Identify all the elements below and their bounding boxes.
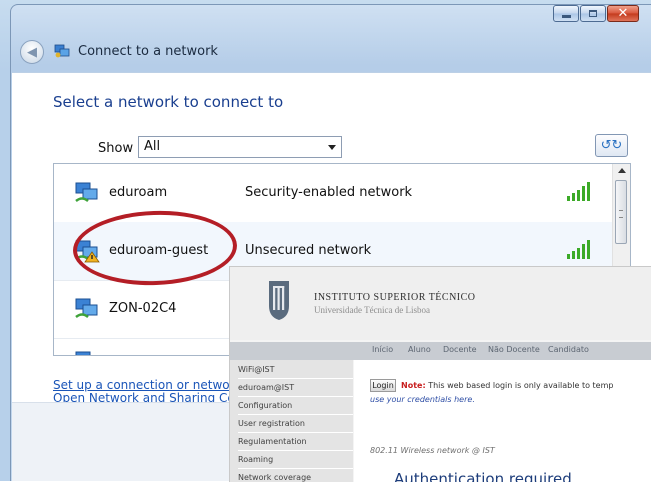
sidebar-item-wifi[interactable]: WiFi@IST [238,362,353,379]
ist-header: INSTITUTO SUPERIOR TÉCNICO Universidade … [230,267,651,340]
nav-aluno[interactable]: Aluno [408,345,431,354]
chevron-down-icon [328,145,336,150]
refresh-icon: ↺↻ [600,138,623,153]
scroll-up-icon[interactable] [618,168,626,173]
minimize-icon [561,14,571,18]
window-title: Connect to a network [78,44,218,59]
network-name: eduroam [109,185,168,200]
signal-strength-icon [567,182,590,201]
back-arrow-icon: ◀ [27,44,37,60]
network-icon [54,44,70,58]
caption-buttons: ✕ [552,5,639,22]
close-icon: ✕ [617,6,629,21]
sidebar-item-regulamentation[interactable]: Regulamentation [238,434,353,451]
ist-logo-icon [269,281,289,320]
ist-sidebar: WiFi@IST eduroam@IST Configuration User … [230,360,353,482]
network-secure-icon [75,182,98,203]
scroll-thumb[interactable] [615,180,627,244]
minimize-button[interactable] [553,5,579,22]
show-label: Show [98,141,134,156]
back-button[interactable]: ◀ [20,40,44,64]
wireless-network-line: 802.11 Wireless network @ IST [370,446,495,455]
network-security: Security-enabled network [245,185,413,200]
show-filter-value: All [144,139,161,154]
ist-main-content: Login Note: This web based login is only… [354,360,651,482]
sidebar-item-network-coverage[interactable]: Network coverage [238,470,353,482]
maximize-icon [589,10,597,17]
sidebar-item-roaming[interactable]: Roaming [238,452,353,469]
grip-icon [619,210,623,218]
signal-strength-icon [567,240,590,259]
nav-inicio[interactable]: Início [372,345,393,354]
network-security: Unsecured network [245,243,372,258]
university-name: Universidade Técnica de Lisboa [314,305,431,315]
auth-required-title: Authentication required [394,470,572,482]
sidebar-item-user-registration[interactable]: User registration [238,416,353,433]
title-bar: ◀ Connect to a network [12,32,632,72]
credentials-note: use your credentials here. [370,395,475,404]
sidebar-item-configuration[interactable]: Configuration [238,398,353,415]
note-text: This web based login is only available t… [428,381,614,390]
sidebar-item-eduroam[interactable]: eduroam@IST [238,380,353,397]
nav-docente[interactable]: Docente [443,345,477,354]
login-button[interactable]: Login [370,379,396,392]
setup-connection-link[interactable]: Set up a connection or network [53,378,241,392]
nav-candidato[interactable]: Candidato [548,345,589,354]
close-button[interactable]: ✕ [607,5,639,22]
maximize-button[interactable] [580,5,606,22]
refresh-button[interactable]: ↺↻ [595,134,628,157]
institution-name: INSTITUTO SUPERIOR TÉCNICO [314,292,476,303]
login-note: Note: This web based login is only avail… [401,381,613,390]
network-name: ZON-02C4 [109,301,177,316]
ist-top-nav: Início Aluno Docente Não Docente Candida… [230,342,651,360]
network-secure-icon [75,351,91,355]
network-secure-icon [75,298,98,319]
show-filter-select[interactable]: All [138,136,342,158]
ist-login-page: INSTITUTO SUPERIOR TÉCNICO Universidade … [229,266,651,482]
page-heading: Select a network to connect to [53,93,284,111]
note-label: Note: [401,381,426,390]
nav-nao-docente[interactable]: Não Docente [488,345,540,354]
